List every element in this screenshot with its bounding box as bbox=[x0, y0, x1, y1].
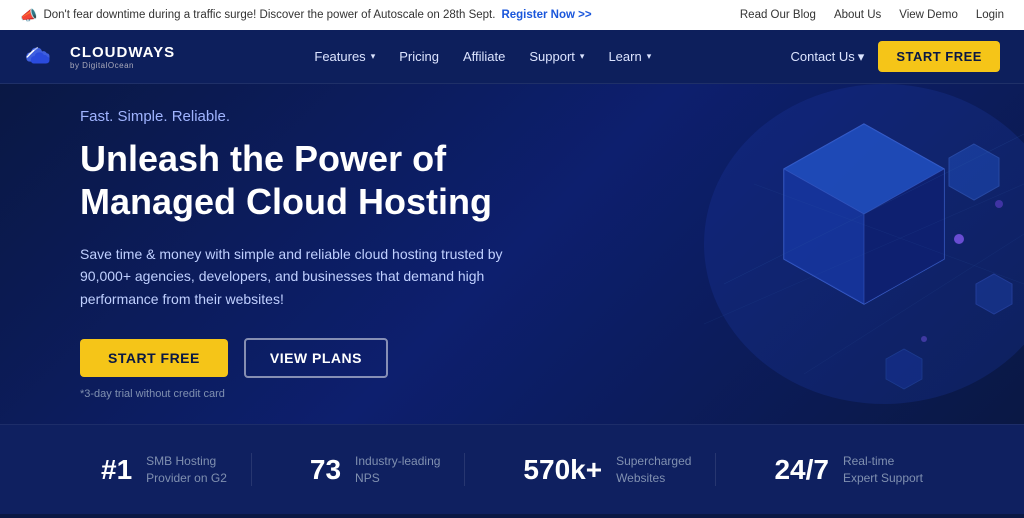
hero-title: Unleash the Power ofManaged Cloud Hostin… bbox=[80, 137, 540, 223]
support-chevron: ▾ bbox=[580, 51, 585, 62]
read-blog-link[interactable]: Read Our Blog bbox=[740, 9, 816, 21]
stat-4-desc: Real-timeExpert Support bbox=[843, 453, 923, 487]
main-nav: CLOUDWAYS by DigitalOcean Features ▾ Pri… bbox=[0, 30, 1024, 84]
nav-features[interactable]: Features ▾ bbox=[304, 43, 385, 70]
logo-name: CLOUDWAYS bbox=[70, 44, 175, 61]
stat-3-number: 570k+ bbox=[523, 454, 602, 486]
hero-section: Fast. Simple. Reliable. Unleash the Powe… bbox=[0, 84, 1024, 424]
logo-sub: by DigitalOcean bbox=[70, 61, 175, 70]
nav-learn[interactable]: Learn ▾ bbox=[598, 43, 661, 70]
features-chevron: ▾ bbox=[371, 51, 376, 62]
trial-note: *3-day trial without credit card bbox=[80, 388, 540, 400]
hero-title-text: Unleash the Power ofManaged Cloud Hostin… bbox=[80, 138, 492, 222]
start-free-nav-button[interactable]: START FREE bbox=[878, 41, 1000, 72]
hero-buttons: START FREE VIEW PLANS bbox=[80, 338, 540, 378]
contact-us-label: Contact Us bbox=[790, 49, 854, 64]
contact-chevron: ▾ bbox=[858, 49, 865, 65]
login-link[interactable]: Login bbox=[976, 9, 1004, 21]
announcement-text: Don't fear downtime during a traffic sur… bbox=[43, 9, 495, 21]
stats-bar: #1 SMB HostingProvider on G2 73 Industry… bbox=[0, 424, 1024, 514]
nav-links: Features ▾ Pricing Affiliate Support ▾ L… bbox=[304, 43, 661, 70]
stat-1-desc: SMB HostingProvider on G2 bbox=[146, 453, 227, 487]
announcement-left: 📣 Don't fear downtime during a traffic s… bbox=[20, 7, 592, 24]
announcement-bar: 📣 Don't fear downtime during a traffic s… bbox=[0, 0, 1024, 30]
megaphone-icon: 📣 bbox=[20, 7, 37, 24]
hero-description: Save time & money with simple and reliab… bbox=[80, 243, 540, 310]
stat-2: 73 Industry-leadingNPS bbox=[286, 453, 466, 487]
cloudways-logo-icon bbox=[24, 43, 62, 71]
logo-area[interactable]: CLOUDWAYS by DigitalOcean bbox=[24, 43, 175, 71]
hero-tagline: Fast. Simple. Reliable. bbox=[80, 108, 540, 125]
hero-content: Fast. Simple. Reliable. Unleash the Powe… bbox=[80, 108, 540, 401]
nav-pricing[interactable]: Pricing bbox=[389, 43, 449, 70]
stat-2-desc: Industry-leadingNPS bbox=[355, 453, 440, 487]
stat-4-number: 24/7 bbox=[774, 454, 829, 486]
nav-right: Contact Us ▾ START FREE bbox=[790, 41, 1000, 72]
learn-chevron: ▾ bbox=[647, 51, 652, 62]
stat-1-number: #1 bbox=[101, 454, 132, 486]
announcement-right: Read Our Blog About Us View Demo Login bbox=[740, 9, 1004, 21]
stat-4: 24/7 Real-timeExpert Support bbox=[750, 453, 947, 487]
nav-support[interactable]: Support ▾ bbox=[519, 43, 594, 70]
hero-graphic bbox=[604, 84, 1024, 424]
contact-us-button[interactable]: Contact Us ▾ bbox=[790, 49, 864, 65]
stat-1: #1 SMB HostingProvider on G2 bbox=[77, 453, 252, 487]
nav-affiliate[interactable]: Affiliate bbox=[453, 43, 515, 70]
stat-3: 570k+ SuperchargedWebsites bbox=[499, 453, 716, 487]
hero-start-free-button[interactable]: START FREE bbox=[80, 339, 228, 377]
logo-text: CLOUDWAYS by DigitalOcean bbox=[70, 44, 175, 70]
stat-3-desc: SuperchargedWebsites bbox=[616, 453, 691, 487]
about-us-link[interactable]: About Us bbox=[834, 9, 881, 21]
view-demo-link[interactable]: View Demo bbox=[899, 9, 958, 21]
register-now-link[interactable]: Register Now >> bbox=[501, 9, 591, 21]
stat-2-number: 73 bbox=[310, 454, 341, 486]
hero-view-plans-button[interactable]: VIEW PLANS bbox=[244, 338, 388, 378]
